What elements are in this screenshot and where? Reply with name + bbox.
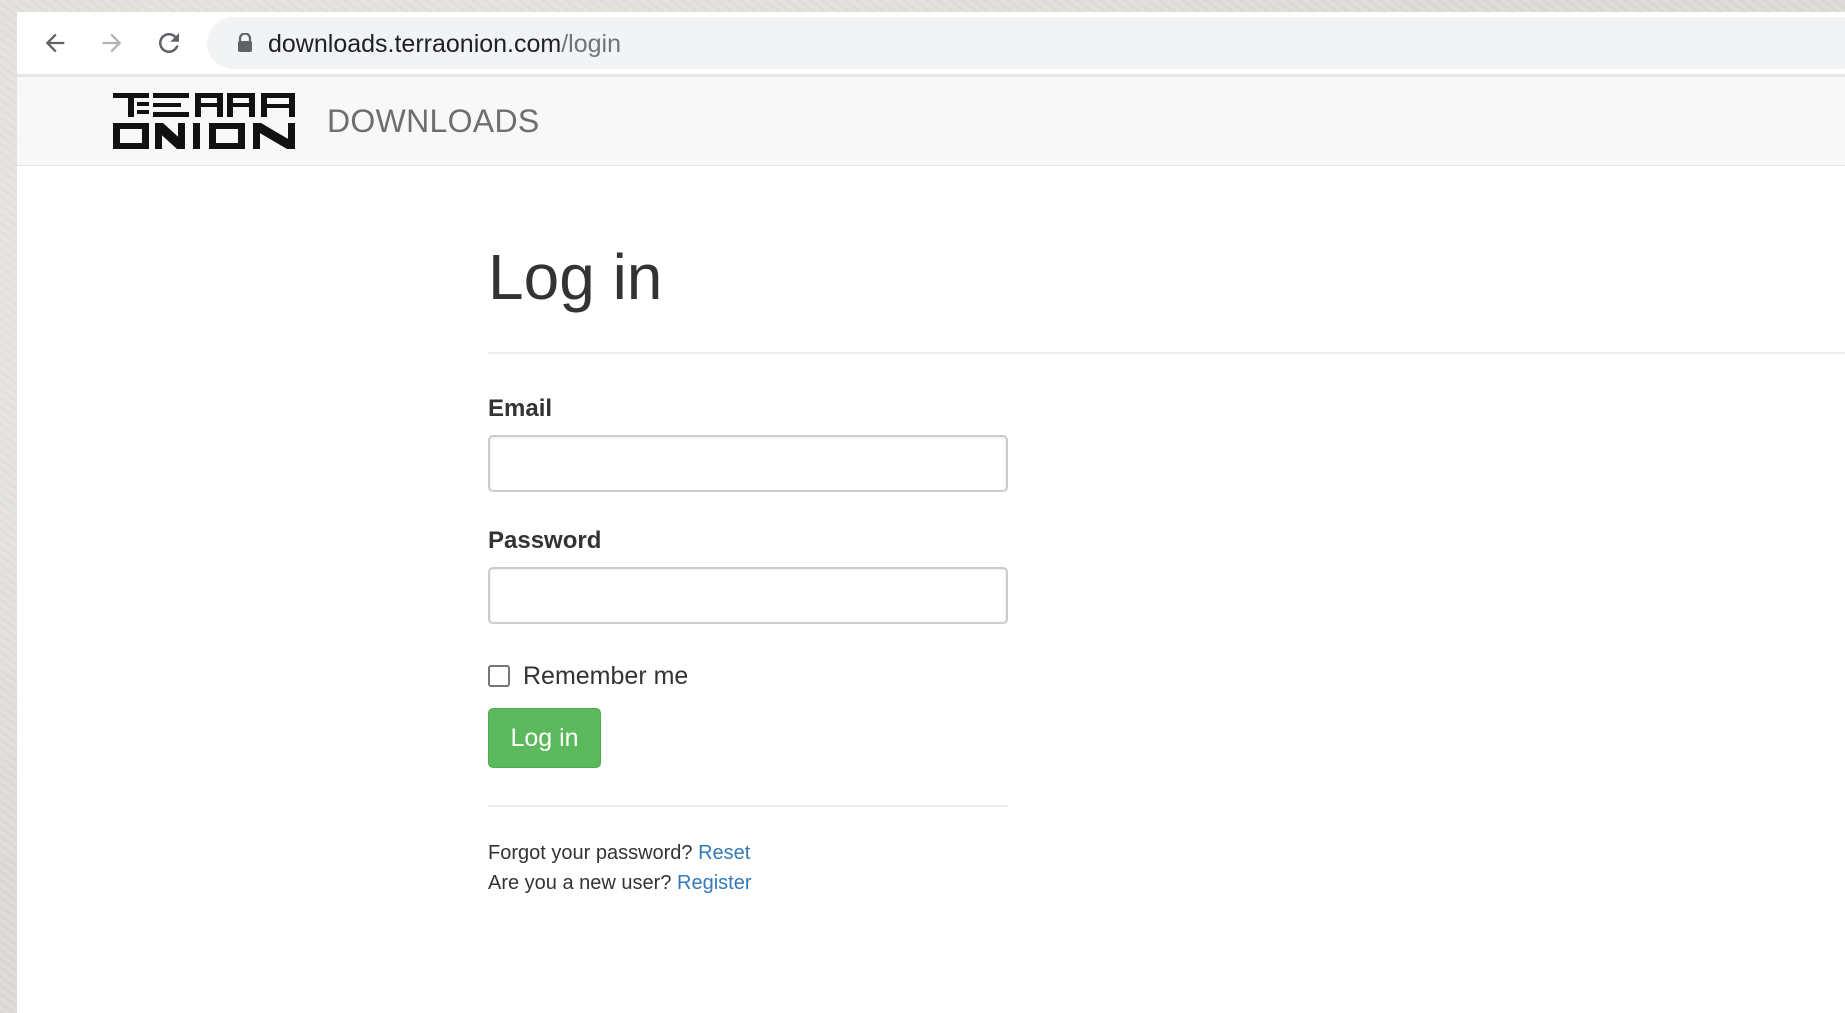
page-title: Log in <box>488 241 663 313</box>
new-user-line: Are you a new user? Register <box>488 872 751 895</box>
reset-password-link[interactable]: Reset <box>698 842 750 864</box>
remember-me-row[interactable]: Remember me <box>488 659 688 693</box>
arrow-left-icon <box>45 33 65 53</box>
url-host: downloads.terraonion.com <box>268 30 562 58</box>
forward-button[interactable] <box>93 24 131 62</box>
reload-icon <box>159 33 179 53</box>
back-button[interactable] <box>36 24 74 62</box>
remember-me-checkbox[interactable] <box>488 665 510 687</box>
remember-me-label[interactable]: Remember me <box>523 662 688 691</box>
form-divider <box>488 805 1008 807</box>
email-input[interactable] <box>488 435 1008 492</box>
url-path: /login <box>561 30 621 58</box>
new-user-text: Are you a new user? <box>488 872 672 894</box>
title-divider <box>488 352 1845 354</box>
register-link[interactable]: Register <box>677 872 751 894</box>
lock-icon <box>238 33 252 52</box>
browser-toolbar: downloads.terraonion.com/login <box>17 12 1845 77</box>
forgot-password-text: Forgot your password? <box>488 842 693 864</box>
downloads-nav-link[interactable]: DOWNLOADS <box>327 103 540 140</box>
browser-window: downloads.terraonion.com/login DOWNLOADS… <box>17 12 1845 1013</box>
address-bar[interactable]: downloads.terraonion.com/login <box>207 17 1845 69</box>
url-text: downloads.terraonion.com/login <box>268 30 621 59</box>
site-navbar: DOWNLOADS <box>17 77 1845 166</box>
arrow-right-icon <box>102 33 122 53</box>
terraonion-logo[interactable] <box>113 93 295 149</box>
reload-button[interactable] <box>150 24 188 62</box>
password-input[interactable] <box>488 567 1008 624</box>
email-label: Email <box>488 395 553 422</box>
login-button[interactable]: Log in <box>488 708 601 768</box>
password-label: Password <box>488 527 602 554</box>
forgot-password-line: Forgot your password? Reset <box>488 842 750 865</box>
